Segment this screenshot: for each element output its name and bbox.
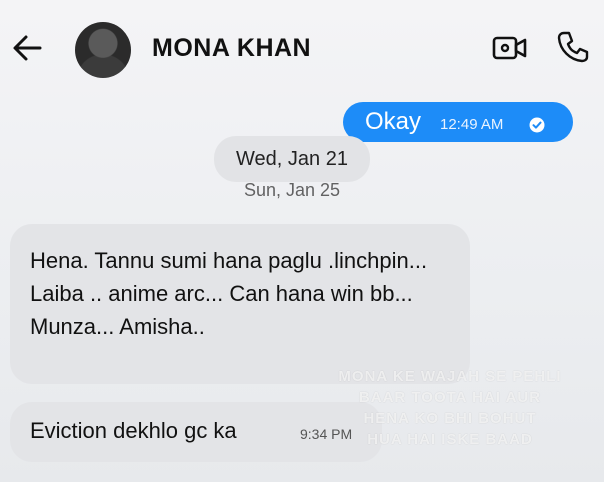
date-label: Wed, Jan 21 [236,148,348,170]
outgoing-message[interactable]: Okay 12:49 AM [343,102,573,142]
date-separator: Wed, Jan 21 [214,136,370,182]
date-separator-ghost: Sun, Jan 25 [243,180,341,200]
avatar[interactable] [75,22,131,78]
arrow-left-icon[interactable] [10,33,44,63]
overlay-line: HUA HAI ISKE BAAD [367,431,533,448]
message-text: Eviction dekhlo gc ka [30,418,237,443]
incoming-message[interactable]: Hena. Tannu sumi hana paglu .linchpin...… [10,224,470,384]
message-time: 12:49 AM [440,116,504,133]
phone-icon[interactable] [556,30,590,64]
overlay-line: BAAR TOOTA HAI AUR [358,389,542,406]
video-call-icon[interactable] [492,33,528,63]
message-text: Okay [365,108,422,135]
overlay-caption: MONA KE WAJAH SE PEHLI BAAR TOOTA HAI AU… [300,366,600,450]
contact-name[interactable]: MONA KHAN [152,34,311,63]
check-circle-icon [529,117,545,133]
overlay-line: HENA KO BHI BOHUT [363,410,537,427]
chat-header: MONA KHAN [0,0,604,92]
overlay-line: MONA KE WAJAH SE PEHLI [338,368,562,385]
message-text: Hena. Tannu sumi hana paglu .linchpin...… [30,248,428,339]
